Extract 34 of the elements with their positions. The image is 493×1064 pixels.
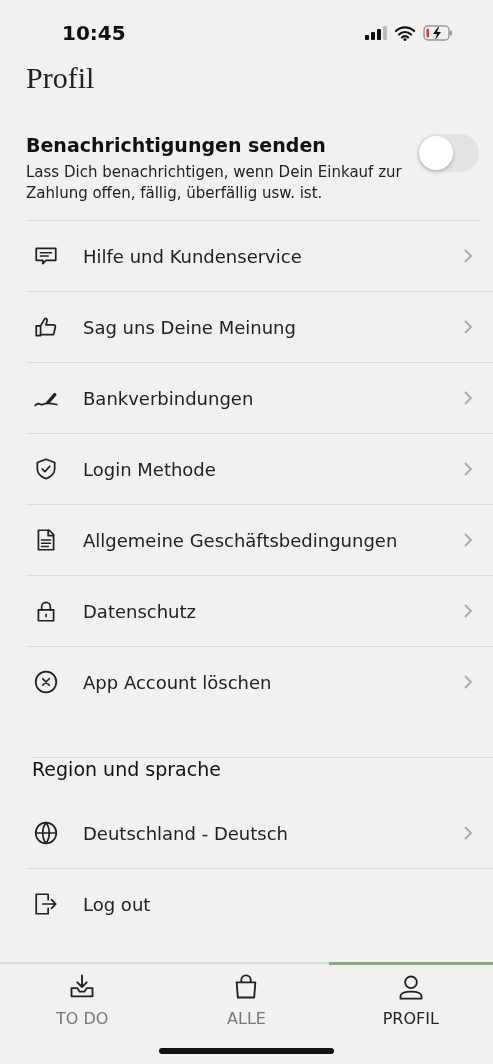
menu-item-label: Datenschutz bbox=[83, 600, 198, 622]
menu-item-label: Bankverbindungen bbox=[83, 387, 255, 409]
menu-item-label: Hilfe und Kundenservice bbox=[83, 245, 303, 267]
menu-item-label: Login Methode bbox=[83, 458, 217, 480]
section-heading: Region und sprache bbox=[32, 757, 493, 780]
notification-toggle[interactable] bbox=[417, 134, 479, 172]
menu-item-label: Log out bbox=[83, 893, 152, 915]
menu-item[interactable]: Sag uns Deine Meinung bbox=[26, 292, 493, 363]
menu-item[interactable]: Log out bbox=[26, 869, 493, 939]
wifi-icon bbox=[395, 25, 415, 41]
status-time: 10:45 bbox=[62, 21, 126, 45]
menu-item[interactable]: Hilfe und Kundenservice bbox=[26, 221, 493, 292]
close-circle-icon bbox=[33, 669, 59, 695]
menu-item-label: Allgemeine Geschäftsbedingungen bbox=[83, 529, 399, 551]
menu-item-label: Deutschland - Deutsch bbox=[83, 822, 289, 844]
battery-charging-icon bbox=[423, 25, 453, 41]
signal-icon bbox=[365, 26, 387, 40]
menu-item-label: Sag uns Deine Meinung bbox=[83, 316, 297, 338]
tab-bar-item[interactable]: PROFIL bbox=[328, 962, 493, 1036]
menu-item-label: App Account löschen bbox=[83, 671, 273, 693]
shield-check-icon bbox=[33, 456, 59, 482]
globe-icon bbox=[33, 820, 59, 846]
logout-icon bbox=[33, 891, 59, 917]
notification-title: Benachrichtigungen senden bbox=[26, 134, 327, 156]
menu-item[interactable]: Login Methode bbox=[26, 434, 493, 505]
menu-item[interactable]: Datenschutz bbox=[26, 576, 493, 647]
tab-bar-item[interactable]: ALLE bbox=[164, 962, 329, 1036]
page-title: Profil bbox=[26, 60, 95, 96]
menu-item[interactable]: Bankverbindungen bbox=[26, 363, 493, 434]
menu-item[interactable]: Deutschland - Deutsch bbox=[26, 798, 493, 869]
menu-item[interactable]: Allgemeine Geschäftsbedingungen bbox=[26, 505, 493, 576]
tab-bar-item[interactable]: TO DO bbox=[0, 962, 165, 1036]
notification-description: Lass Dich benachrichtigen, wenn Dein Einkauf zur Zahlung offen, fällig, überfällig usw. ist. bbox=[26, 162, 403, 204]
menu-item[interactable]: App Account löschen bbox=[26, 647, 493, 717]
